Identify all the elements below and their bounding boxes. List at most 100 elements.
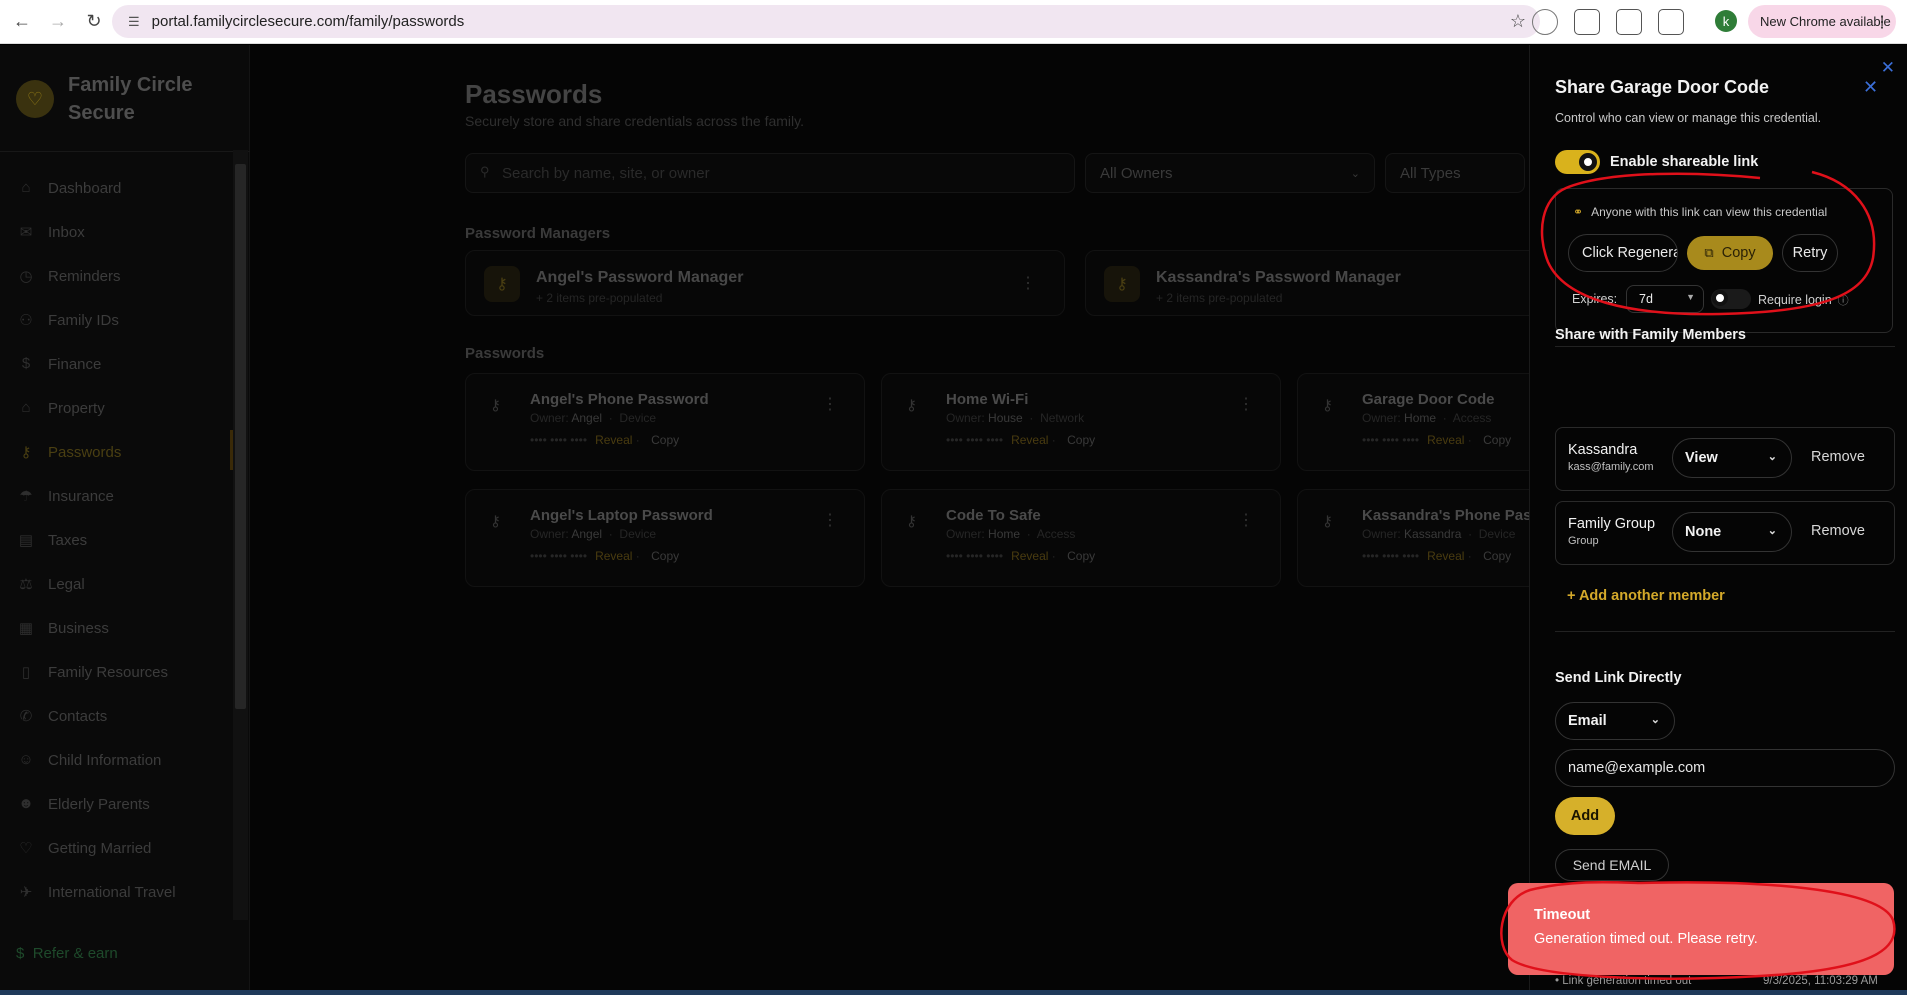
send-email-button[interactable]: Send EMAIL [1555, 849, 1669, 881]
menu-dots-icon[interactable]: ⋮ [1874, 12, 1890, 32]
copy-link-button[interactable]: ⧉ Copy [1687, 236, 1773, 270]
search-input[interactable]: ⚲ Search by name, site, or owner [465, 153, 1075, 193]
reveal-link[interactable]: Reveal [1427, 549, 1464, 563]
sidebar-item-business[interactable]: ▦ Business [16, 606, 176, 650]
email-field[interactable] [1555, 749, 1895, 787]
site-info-icon[interactable]: ☰ [128, 14, 140, 30]
copy-link[interactable]: Copy [1067, 433, 1095, 447]
password-actions: •••• •••• •••• Reveal · Copy [1362, 549, 1512, 563]
chevron-down-icon: ⌄ [1767, 451, 1777, 463]
regenerate-button[interactable]: Click Regenerate [1568, 234, 1678, 272]
password-card[interactable]: ⚷ Home Wi-Fi Owner: House · Network •••• ••… [881, 373, 1281, 471]
password-card[interactable]: ⚷ Angel's Phone Password Owner: Angel · De… [465, 373, 865, 471]
back-icon[interactable]: ← [8, 8, 36, 36]
sidebar-item-property[interactable]: ⌂ Property [16, 386, 176, 430]
sidebar-item-family-resources[interactable]: ▯ Family Resources [16, 650, 176, 694]
tab-search-icon[interactable] [1658, 9, 1684, 35]
sidebar-item-reminders[interactable]: ◷ Reminders [16, 254, 176, 298]
require-login-text: Require login [1758, 293, 1832, 307]
key-icon: ⚷ [1104, 266, 1140, 302]
reload-icon[interactable]: ↻ [80, 8, 108, 36]
profile-avatar[interactable]: k [1715, 10, 1737, 32]
extension-icon[interactable] [1532, 9, 1558, 35]
masked-value: •••• •••• •••• [1362, 433, 1420, 447]
sidebar-item-getting-married[interactable]: ♡ Getting Married [16, 826, 176, 870]
masked-value: •••• •••• •••• [946, 433, 1004, 447]
members-heading: Share with Family Members [1555, 327, 1746, 343]
sidebar-item-insurance[interactable]: ☂ Insurance [16, 474, 176, 518]
type-filter-value: All Types [1400, 164, 1461, 182]
search-placeholder: Search by name, site, or owner [502, 164, 710, 182]
key-icon: ⚷ [1322, 397, 1333, 414]
reveal-link[interactable]: Reveal [1011, 433, 1048, 447]
add-member-button[interactable]: + Add another member [1567, 588, 1767, 604]
sidebar-item-label: Insurance [48, 487, 114, 505]
sidebar-item-contacts[interactable]: ✆ Contacts [16, 694, 176, 738]
forward-icon[interactable]: → [44, 8, 72, 36]
copy-link[interactable]: Copy [1483, 549, 1511, 563]
reveal-link[interactable]: Reveal [1427, 433, 1464, 447]
reveal-link[interactable]: Reveal [595, 433, 632, 447]
sidebar-item-elderly-parents[interactable]: ☻ Elderly Parents [16, 782, 176, 826]
password-card[interactable]: ⚷ Code To Safe Owner: Home · Access •••• ••… [881, 489, 1281, 587]
log-entry: • Link generation timed out [1555, 975, 1692, 987]
bookmark-star-icon[interactable]: ☆ [1510, 11, 1526, 32]
sidebar-item-taxes[interactable]: ▤ Taxes [16, 518, 176, 562]
brand[interactable]: ♡ Family Circle Secure [16, 71, 218, 127]
timeout-toast[interactable]: Timeout Generation timed out. Please ret… [1508, 883, 1894, 975]
refer-earn-link[interactable]: $ Refer & earn [16, 945, 118, 962]
more-icon[interactable]: ⋮ [822, 510, 838, 530]
reveal-link[interactable]: Reveal [595, 549, 632, 563]
shareable-link-toggle[interactable] [1555, 150, 1600, 174]
member-sub: kass@family.com [1568, 461, 1654, 473]
add-email-button[interactable]: Add [1555, 797, 1615, 835]
sidebar-item-legal[interactable]: ⚖ Legal [16, 562, 176, 606]
reveal-link[interactable]: Reveal [1011, 549, 1048, 563]
sidebar-scrollbar[interactable] [233, 150, 248, 920]
permission-select[interactable]: View ⌄ [1672, 438, 1792, 478]
sidebar-item-finance[interactable]: $ Finance [16, 342, 176, 386]
info-icon[interactable]: ⓘ [1838, 295, 1849, 307]
sidebar-item-label: Elderly Parents [48, 795, 150, 813]
more-icon[interactable]: ⋮ [822, 394, 838, 414]
sidebar-item-child-information[interactable]: ☺ Child Information [16, 738, 176, 782]
send-method-select[interactable]: Email ⌄ [1555, 702, 1675, 740]
divider [0, 151, 250, 152]
close-icon[interactable]: ✕ [1863, 77, 1878, 98]
scroll-thumb[interactable] [235, 164, 246, 709]
sidebar-item-inbox[interactable]: ✉ Inbox [16, 210, 176, 254]
new-chrome-button[interactable]: New Chrome available ⋮ [1748, 5, 1896, 38]
password-card[interactable]: ⚷ Angel's Laptop Password Owner: Angel · D… [465, 489, 865, 587]
sidebar-item-label: Inbox [48, 223, 85, 241]
page-title: Passwords [465, 79, 603, 109]
puzzle-icon[interactable] [1616, 9, 1642, 35]
more-icon[interactable]: ⋮ [1020, 273, 1036, 293]
expires-select[interactable]: 7d ▼ [1626, 285, 1704, 313]
extension-icon[interactable] [1574, 9, 1600, 35]
password-actions: •••• •••• •••• Reveal · Copy [530, 549, 680, 563]
remove-member-button[interactable]: Remove [1811, 523, 1865, 539]
more-icon[interactable]: ⋮ [1238, 394, 1254, 414]
permission-select[interactable]: None ⌄ [1672, 512, 1792, 552]
sidebar-item-family-ids[interactable]: ⚇ Family IDs [16, 298, 176, 342]
sidebar-item-international-travel[interactable]: ✈ International Travel [16, 870, 176, 914]
passwords-heading: Passwords [465, 345, 545, 362]
owner-filter[interactable]: All Owners ⌄ [1085, 153, 1375, 193]
retry-button[interactable]: Retry [1782, 234, 1838, 272]
password-manager-card[interactable]: ⚷ Angel's Password Manager + 2 items pre-p… [465, 250, 1065, 316]
copy-link[interactable]: Copy [1067, 549, 1095, 563]
remove-member-button[interactable]: Remove [1811, 449, 1865, 465]
sidebar-item-passwords[interactable]: ⚷ Passwords [16, 430, 176, 474]
require-login-toggle[interactable] [1711, 289, 1751, 309]
more-icon[interactable]: ⋮ [1238, 510, 1254, 530]
password-meta: Owner: Kassandra · Device [1362, 527, 1516, 541]
address-bar[interactable]: ☰ portal.familycirclesecure.com/family/p… [112, 5, 1540, 38]
copy-link[interactable]: Copy [651, 549, 679, 563]
sidebar-item-dashboard[interactable]: ⌂ Dashboard [16, 166, 176, 210]
password-meta: Owner: Home · Access [946, 527, 1076, 541]
close-icon[interactable]: ✕ [1881, 58, 1895, 78]
type-filter[interactable]: All Types [1385, 153, 1525, 193]
copy-link[interactable]: Copy [651, 433, 679, 447]
type-value: Access [1036, 527, 1076, 541]
copy-link[interactable]: Copy [1483, 433, 1511, 447]
